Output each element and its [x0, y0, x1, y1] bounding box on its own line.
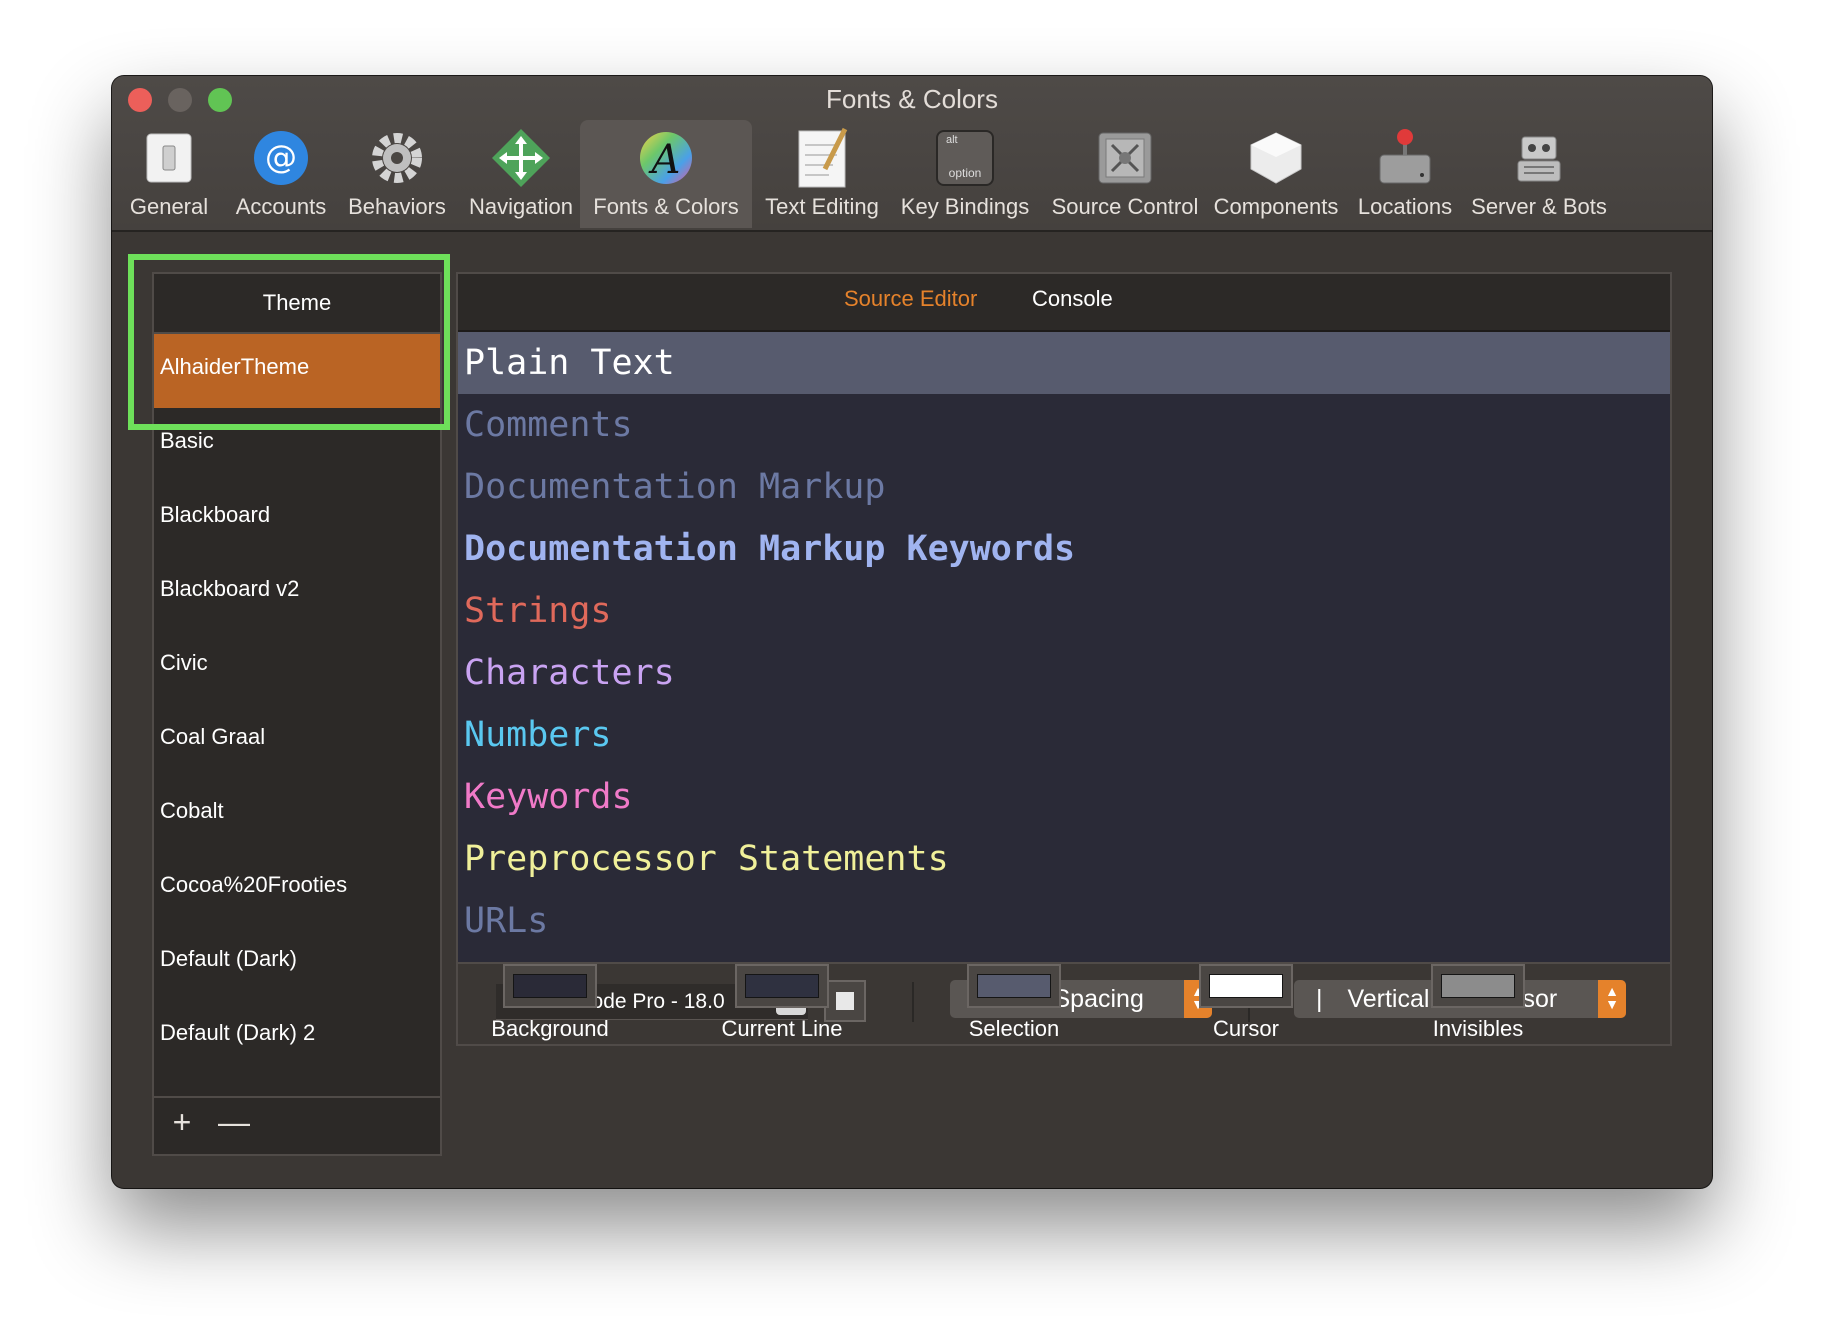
selection-color-group: Selection	[934, 964, 1094, 1042]
tab-console[interactable]: Console	[1032, 286, 1113, 312]
toolbar-item-general[interactable]: General	[112, 120, 226, 228]
toolbar-item-label: Accounts	[235, 194, 327, 219]
selection-swatch	[977, 974, 1051, 998]
toolbar-item-source-control[interactable]: Source Control	[1044, 120, 1206, 228]
theme-list-footer: + —	[154, 1096, 440, 1154]
toolbar-item-label: Navigation	[469, 194, 573, 219]
current-line-color-well[interactable]	[735, 964, 829, 1008]
selection-color-well[interactable]	[967, 964, 1061, 1008]
background-color-well[interactable]	[503, 964, 597, 1008]
background-swatch	[513, 974, 587, 998]
invisibles-swatch	[1441, 974, 1515, 998]
remove-theme-button[interactable]: —	[216, 1104, 252, 1141]
divider	[912, 982, 914, 1022]
well-label: Selection	[968, 1016, 1060, 1041]
svg-text:@: @	[265, 138, 297, 176]
toolbar-item-fonts-colors[interactable]: A Fonts & Colors	[580, 120, 752, 228]
toolbar-item-key-bindings[interactable]: alt option Key Bindings	[896, 120, 1034, 228]
editor-tabs: Source Editor Console	[458, 274, 1670, 332]
add-theme-button[interactable]: +	[164, 1104, 200, 1141]
toolbar-item-label: Server & Bots	[1471, 194, 1607, 219]
vault-icon	[1093, 126, 1157, 190]
theme-item-default-dark-2[interactable]: Default (Dark) 2	[154, 1000, 440, 1074]
token-plain-text[interactable]: Plain Text	[458, 332, 1670, 394]
toolbar-item-label: Fonts & Colors	[593, 194, 739, 219]
current-line-swatch	[745, 974, 819, 998]
at-icon: @	[249, 126, 313, 190]
toolbar-item-server-bots[interactable]: Server & Bots	[1466, 120, 1612, 228]
invisibles-color-group: Invisibles	[1398, 964, 1558, 1042]
token-preprocessor-statements[interactable]: Preprocessor Statements	[458, 828, 1670, 890]
theme-item-civic[interactable]: Civic	[154, 630, 440, 704]
token-documentation-markup-keywords[interactable]: Documentation Markup Keywords	[458, 518, 1670, 580]
cursor-color-well[interactable]	[1199, 964, 1293, 1008]
arrows-icon	[489, 126, 553, 190]
gear-icon	[365, 126, 429, 190]
toolbar-item-label: Behaviors	[348, 194, 446, 219]
token-keywords[interactable]: Keywords	[458, 766, 1670, 828]
token-documentation-markup[interactable]: Documentation Markup	[458, 456, 1670, 518]
chevron-updown-icon: ▲ ▼	[1598, 980, 1626, 1018]
token-strings[interactable]: Strings	[458, 580, 1670, 642]
tab-source-editor[interactable]: Source Editor	[844, 286, 977, 312]
toolbar: Fonts & Colors General @ Accounts Behavi…	[112, 76, 1712, 232]
drive-icon	[1373, 126, 1437, 190]
token-characters[interactable]: Characters	[458, 642, 1670, 704]
theme-item-blackboard-v2[interactable]: Blackboard v2	[154, 556, 440, 630]
theme-item-default-dark[interactable]: Default (Dark)	[154, 926, 440, 1000]
invisibles-color-well[interactable]	[1431, 964, 1525, 1008]
theme-item-coal-graal[interactable]: Coal Graal	[154, 704, 440, 778]
token-urls[interactable]: URLs	[458, 890, 1670, 952]
theme-item-cocoa-frooties[interactable]: Cocoa%20Frooties	[154, 852, 440, 926]
syntax-preview-panel: Source Editor Console Plain Text Comment…	[456, 272, 1672, 1046]
key-bottom-label: option	[948, 166, 982, 180]
well-label: Background	[491, 1016, 609, 1041]
robot-icon	[1507, 126, 1571, 190]
cursor-swatch	[1209, 974, 1283, 998]
toolbar-item-label: Source Control	[1051, 194, 1199, 219]
toolbar-item-label: Components	[1213, 194, 1339, 219]
window-title: Fonts & Colors	[826, 84, 998, 114]
theme-item-blackboard[interactable]: Blackboard	[154, 482, 440, 556]
token-numbers[interactable]: Numbers	[458, 704, 1670, 766]
toolbar-item-locations[interactable]: Locations	[1348, 120, 1462, 228]
token-comments[interactable]: Comments	[458, 394, 1670, 456]
well-label: Cursor	[1212, 1016, 1279, 1041]
background-color-group: Background	[470, 964, 630, 1042]
svg-text:A: A	[648, 137, 681, 183]
toolbar-item-label: General	[129, 194, 209, 219]
well-label: Invisibles	[1432, 1016, 1524, 1041]
preferences-window: Fonts & Colors General @ Accounts Behavi…	[112, 76, 1712, 1188]
notepad-icon	[790, 126, 854, 190]
toolbar-item-label: Text Editing	[765, 194, 879, 219]
toolbar-item-components[interactable]: Components	[1210, 120, 1342, 228]
toolbar-item-text-editing[interactable]: Text Editing	[756, 120, 888, 228]
highlight-annotation	[128, 254, 450, 430]
toolbar-item-accounts[interactable]: @ Accounts	[226, 120, 336, 228]
current-line-color-group: Current Line	[702, 964, 862, 1042]
toolbar-item-label: Locations	[1357, 194, 1453, 219]
toolbar-item-label: Key Bindings	[900, 194, 1030, 219]
cursor-color-group: Cursor	[1166, 964, 1326, 1042]
toolbar-item-navigation[interactable]: Navigation	[458, 120, 584, 228]
well-label: Current Line	[721, 1016, 843, 1041]
box-icon	[1244, 126, 1308, 190]
font-icon: A	[634, 126, 698, 190]
option-key-icon: alt option	[933, 126, 997, 190]
key-top-label: alt	[946, 134, 958, 146]
toolbar-item-behaviors[interactable]: Behaviors	[336, 120, 458, 228]
switch-icon	[137, 126, 201, 190]
theme-item-cobalt[interactable]: Cobalt	[154, 778, 440, 852]
